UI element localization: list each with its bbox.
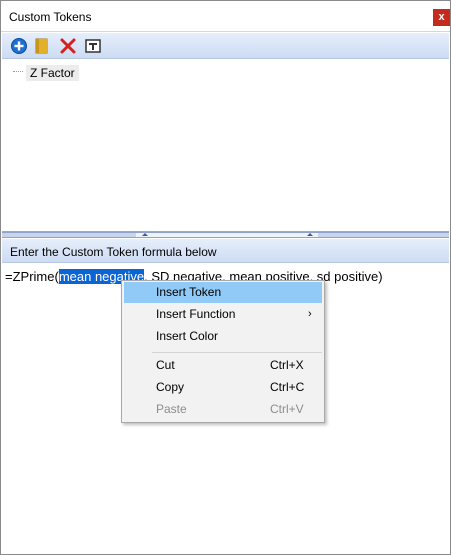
add-icon [11, 38, 27, 54]
menu-item-label: Paste [156, 402, 187, 416]
tree-connector [13, 71, 23, 72]
formula-header-label: Enter the Custom Token formula below [10, 245, 217, 259]
menu-item-copy[interactable]: Copy Ctrl+C [124, 377, 322, 398]
menu-item-insert-function[interactable]: Insert Function › [124, 304, 322, 325]
add-token-button[interactable] [10, 37, 28, 55]
context-menu: Insert Token Insert Function › Insert Co… [121, 280, 325, 423]
menu-item-label: Insert Token [156, 285, 222, 299]
formula-header: Enter the Custom Token formula below [2, 239, 449, 263]
menu-separator [152, 352, 322, 353]
rename-token-button[interactable] [84, 37, 102, 55]
chevron-right-icon: › [308, 308, 312, 320]
menu-item-shortcut: Ctrl+V [270, 402, 304, 416]
delete-icon [60, 38, 76, 54]
formula-prefix: =ZPrime( [5, 269, 59, 284]
splitter-up-arrow-icon [142, 233, 148, 236]
delete-token-button[interactable] [59, 37, 77, 55]
menu-item-label: Insert Color [156, 329, 219, 343]
menu-item-label: Copy [156, 380, 185, 394]
splitter[interactable] [2, 232, 449, 238]
menu-item-shortcut: Ctrl+X [270, 358, 304, 372]
menu-item-shortcut: Ctrl+C [270, 380, 305, 394]
menu-item-label: Insert Function [156, 307, 236, 321]
menu-item-insert-token[interactable]: Insert Token [124, 282, 322, 303]
menu-item-cut[interactable]: Cut Ctrl+X [124, 355, 322, 376]
toolbar [2, 33, 449, 59]
open-folder-button[interactable] [33, 37, 51, 55]
rename-icon [85, 39, 101, 53]
folder-icon [35, 38, 48, 54]
tree-item-z-factor[interactable]: Z Factor [26, 65, 79, 81]
menu-item-label: Cut [156, 358, 175, 372]
menu-item-insert-color[interactable]: Insert Color [124, 326, 322, 347]
title-bar: Custom Tokens x [1, 1, 450, 32]
splitter-up-arrow-icon [307, 233, 313, 236]
window-title: Custom Tokens [9, 10, 92, 24]
custom-tokens-window: Custom Tokens x Z Factor Enter the Custo… [0, 0, 451, 555]
close-button[interactable]: x [433, 9, 450, 26]
splitter-grip[interactable] [136, 233, 318, 237]
menu-item-paste[interactable]: Paste Ctrl+V [124, 399, 322, 420]
token-tree [2, 60, 449, 232]
